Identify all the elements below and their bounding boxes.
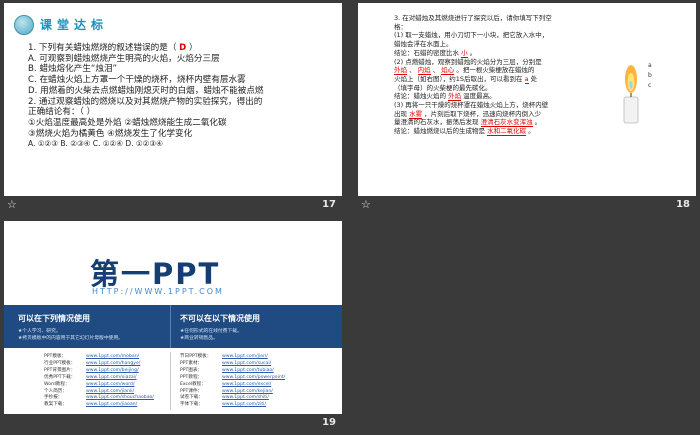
link-label: PPT教程：: [180, 374, 203, 380]
brand-url: HTTP://WWW.1PPT.COM: [92, 287, 224, 296]
slide-transition-icon[interactable]: ☆: [7, 199, 17, 211]
link-url[interactable]: www.1ppt.com/word/: [86, 382, 135, 387]
link-label: 教案下载：: [44, 402, 67, 408]
link-label: PPT图表：: [180, 367, 203, 373]
question-text: 3. 在对蜡烛及其燃烧进行了探究以后，请你填写下列空 格： (1) 取一支蜡烛，…: [394, 14, 552, 137]
slide-content: 3. 在对蜡烛及其燃烧进行了探究以后，请你填写下列空 格： (1) 取一支蜡烛，…: [358, 3, 696, 196]
left-link-row: 优秀PPT下载： www.1ppt.com/xiazai/: [44, 375, 154, 382]
allowed-notes: ★个人学习、研究。 ★拷贝模板中的内容用于其它幻灯片母版中使用。: [18, 329, 124, 341]
slide-status-bar: 19: [4, 414, 342, 434]
right-link-row: PPT图表： www.1ppt.com/tubiao/: [180, 368, 285, 375]
link-url[interactable]: www.1ppt.com/shouchaobao/: [86, 395, 154, 400]
link-url[interactable]: www.1ppt.com/ziti/: [222, 402, 266, 407]
left-link-row: Word教程： www.1ppt.com/word/: [44, 382, 154, 389]
slide-thumbnail-18[interactable]: 3. 在对蜡烛及其燃烧进行了探究以后，请你填写下列空 格： (1) 取一支蜡烛，…: [358, 3, 696, 216]
slide-transition-icon[interactable]: ☆: [361, 199, 371, 211]
list-divider: [170, 352, 171, 410]
link-label: PPT素材：: [180, 360, 203, 366]
logo-area: 第一PPT HTTP://WWW.1PPT.COM: [4, 221, 342, 305]
candle-flame-icon: a b c: [623, 62, 652, 124]
link-label: PPT背景图片：: [44, 367, 76, 373]
usage-panel: 可以在下列情况使用 ★个人学习、研究。 ★拷贝模板中的内容用于其它幻灯片母版中使…: [4, 305, 342, 348]
left-link-row: 教案下载： www.1ppt.com/jiaoan/: [44, 402, 154, 409]
slide-thumbnail-19[interactable]: 第一PPT HTTP://WWW.1PPT.COM 可以在下列情况使用 ★个人学…: [4, 221, 342, 434]
link-url[interactable]: www.1ppt.com/shiti/: [222, 395, 269, 400]
right-link-row: PPT教程： www.1ppt.com/powerpoint/: [180, 375, 285, 382]
link-url[interactable]: www.1ppt.com/tubiao/: [222, 368, 274, 373]
link-label: 行业PPT模板：: [44, 360, 76, 366]
link-url[interactable]: www.1ppt.com/jianli/: [86, 389, 134, 394]
link-label: 节日PPT模板：: [180, 354, 212, 359]
slide-content: 第一PPT HTTP://WWW.1PPT.COM 可以在下列情况使用 ★个人学…: [4, 221, 342, 414]
link-url[interactable]: www.1ppt.com/moban/: [86, 354, 139, 359]
link-url[interactable]: www.1ppt.com/kejian/: [222, 389, 273, 394]
link-label: 优秀PPT下载：: [44, 374, 76, 380]
panel-divider: [170, 305, 171, 348]
allowed-title: 可以在下列情况使用: [18, 314, 90, 323]
right-link-row: Excel教程： www.1ppt.com/excel/: [180, 382, 285, 389]
slide-number: 17: [322, 199, 336, 210]
link-url[interactable]: www.1ppt.com/beijing/: [86, 368, 139, 373]
slide-status-bar: ☆ 17: [4, 196, 342, 216]
link-label: PPT模板：: [44, 354, 67, 359]
link-url[interactable]: www.1ppt.com/jiaoan/: [86, 402, 137, 407]
right-link-row: 字体下载： www.1ppt.com/ziti/: [180, 402, 285, 409]
slide-title: 课堂达标: [40, 18, 109, 32]
slide-thumbnail-17[interactable]: 课堂达标 1. 下列有关蜡烛燃烧的叙述错误的是（ D ） A. 可观察到蜡烛燃烧…: [4, 3, 342, 216]
link-url[interactable]: www.1ppt.com/xiazai/: [86, 375, 137, 380]
question-text: 1. 下列有关蜡烛燃烧的叙述错误的是（ D ） A. 可观察到蜡烛燃烧产生明亮的…: [28, 43, 264, 149]
right-link-row: PPT素材： www.1ppt.com/sucai/: [180, 361, 285, 368]
candle-label-a: a: [648, 62, 652, 69]
slide-number: 18: [676, 199, 690, 210]
link-url[interactable]: www.1ppt.com/hangye/: [86, 361, 140, 366]
left-link-list: PPT模板： www.1ppt.com/moban/行业PPT模板： www.1pp…: [44, 354, 154, 409]
left-link-row: 行业PPT模板： www.1ppt.com/hangye/: [44, 361, 154, 368]
link-lists: PPT模板： www.1ppt.com/moban/行业PPT模板： www.1pp…: [4, 348, 342, 414]
link-label: Excel教程：: [180, 381, 206, 387]
slide-number: 19: [322, 417, 336, 428]
forbidden-notes: ★任何形式的在线付费下载。 ★商业转销售品。: [180, 329, 242, 341]
link-label: 字体下载：: [180, 402, 203, 408]
left-link-row: PPT模板： www.1ppt.com/moban/: [44, 354, 154, 361]
link-url[interactable]: www.1ppt.com/sucai/: [222, 361, 271, 366]
link-label: Word教程：: [44, 381, 70, 387]
link-url[interactable]: www.1ppt.com/jieri/: [222, 354, 268, 359]
link-url[interactable]: www.1ppt.com/powerpoint/: [222, 375, 285, 380]
title-badge-icon: [14, 15, 34, 35]
candle-label-c: c: [648, 82, 651, 89]
slide-content: 课堂达标 1. 下列有关蜡烛燃烧的叙述错误的是（ D ） A. 可观察到蜡烛燃烧…: [4, 3, 342, 196]
slide-status-bar: ☆ 18: [358, 196, 696, 216]
answer-mark: D: [179, 43, 187, 53]
left-link-row: PPT背景图片： www.1ppt.com/beijing/: [44, 368, 154, 375]
forbidden-title: 不可以在以下情况使用: [180, 314, 260, 323]
link-url[interactable]: www.1ppt.com/excel/: [222, 382, 271, 387]
candle-label-b: b: [648, 72, 652, 79]
right-link-row: 节日PPT模板： www.1ppt.com/jieri/: [180, 354, 285, 361]
right-link-list: 节日PPT模板： www.1ppt.com/jieri/PPT素材： www.1pp…: [180, 354, 285, 409]
